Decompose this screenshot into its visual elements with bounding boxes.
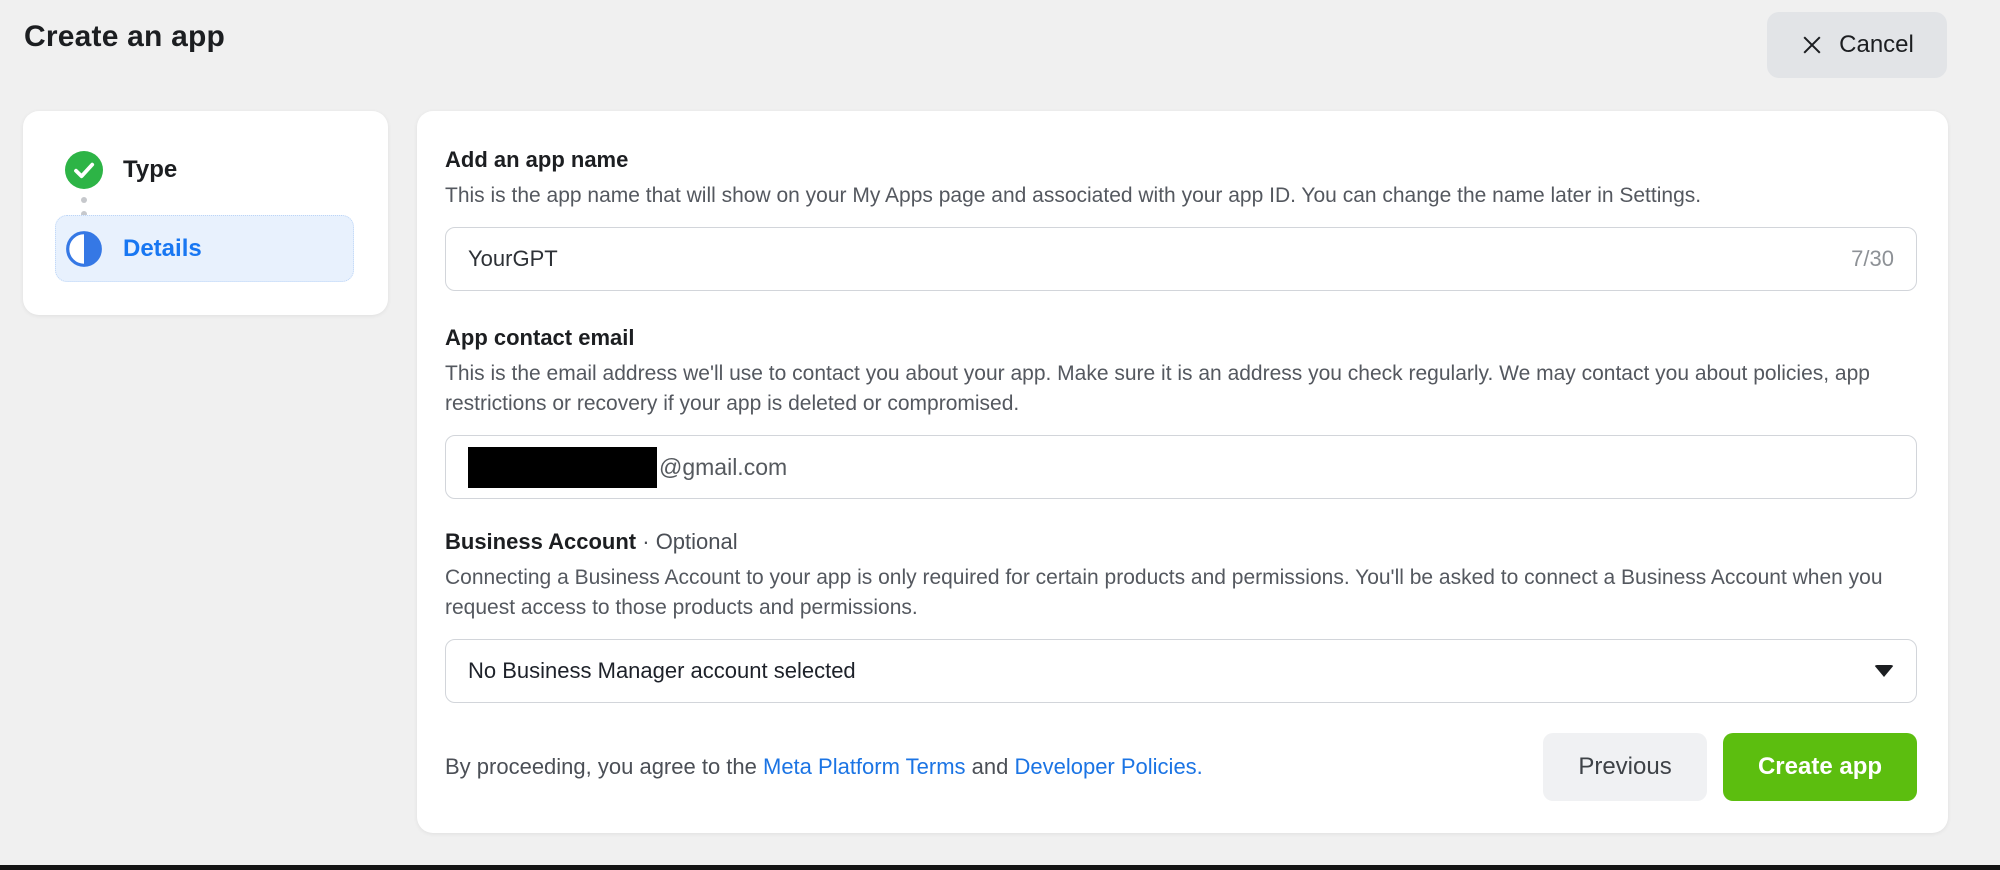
app-name-field-shell: 7/30 [445,227,1917,291]
cancel-button[interactable]: Cancel [1767,12,1947,78]
developer-policies-link[interactable]: Developer Policies. [1014,754,1202,779]
previous-button[interactable]: Previous [1543,733,1707,801]
contact-email-heading: App contact email [445,325,635,350]
cancel-button-label: Cancel [1839,31,1914,58]
app-name-description: This is the app name that will show on y… [445,184,1702,207]
stepper-step-details[interactable]: Details [55,215,354,282]
app-name-heading: Add an app name [445,147,629,172]
caret-down-icon [1874,665,1894,677]
app-name-input[interactable] [468,246,1852,272]
stepper-step-type[interactable]: Type [65,151,388,189]
create-app-button[interactable]: Create app [1723,733,1917,801]
stepper-sidebar: Type Details [23,111,388,315]
close-icon [1800,33,1824,57]
stepper-connector-dot [81,197,87,203]
check-circle-icon [65,151,103,189]
agreement-prefix: By proceeding, you agree to the [445,754,763,779]
meta-platform-terms-link[interactable]: Meta Platform Terms [763,754,966,779]
screen-bottom-edge [0,865,2000,870]
business-account-heading: Business Account · Optional [445,529,1917,555]
half-filled-circle-icon [65,230,103,268]
business-account-description: Connecting a Business Account to your ap… [445,566,1883,619]
contact-email-input[interactable]: @gmail.com [445,435,1917,499]
business-account-selected-value: No Business Manager account selected [468,658,856,683]
page-title: Create an app [24,20,225,53]
step-label-type: Type [123,156,178,183]
app-name-char-counter: 7/30 [1851,246,1894,271]
contact-email-description: This is the email address we'll use to c… [445,362,1870,415]
business-account-heading-label: Business Account [445,529,637,554]
form-footer: By proceeding, you agree to the Meta Pla… [445,733,1917,801]
redacted-email-box [468,446,657,488]
business-account-dropdown[interactable]: No Business Manager account selected [445,639,1917,703]
details-form-card: Add an app name This is the app name tha… [417,111,1948,833]
step-label-details: Details [123,234,202,262]
contact-email-visible-text: @gmail.com [659,453,788,480]
footer-buttons: Previous Create app [1543,733,1917,801]
business-account-optional-label: · Optional [642,529,738,554]
agreement-middle: and [965,754,1015,779]
agreement-text: By proceeding, you agree to the Meta Pla… [445,754,1203,780]
